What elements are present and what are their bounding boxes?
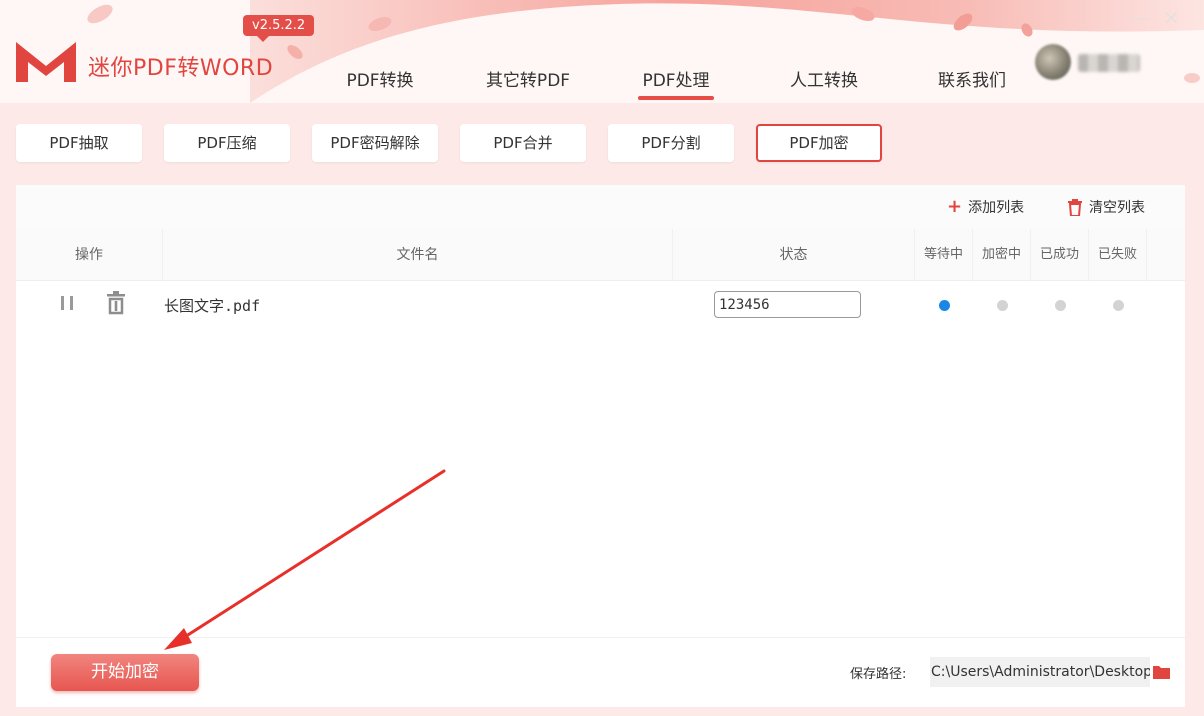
header-failed: 已失败 bbox=[1089, 229, 1147, 281]
status-dot-failed bbox=[1113, 300, 1124, 311]
save-path-field[interactable]: C:\Users\Administrator\Desktop\ bbox=[930, 657, 1150, 687]
tab-pdf-merge[interactable]: PDF合并 bbox=[460, 124, 586, 162]
nav-contact-us[interactable]: 联系我们 bbox=[898, 66, 1046, 100]
version-badge: v2.5.2.2 bbox=[243, 15, 315, 42]
start-encrypt-button[interactable]: 开始加密 bbox=[51, 654, 199, 691]
nav-manual-convert[interactable]: 人工转换 bbox=[750, 66, 898, 100]
app-title: 迷你PDF转WORD bbox=[88, 56, 274, 81]
add-list-button[interactable]: + 添加列表 bbox=[947, 197, 1024, 217]
file-name: 长图文字.pdf bbox=[164, 297, 261, 315]
folder-icon[interactable] bbox=[1153, 664, 1170, 679]
tab-pdf-encrypt[interactable]: PDF加密 bbox=[756, 124, 882, 162]
nav-pdf-convert[interactable]: PDF转换 bbox=[306, 66, 454, 100]
app-logo-icon bbox=[16, 42, 76, 82]
clear-list-label: 清空列表 bbox=[1089, 200, 1145, 216]
header-status: 状态 bbox=[673, 229, 915, 281]
header-filename: 文件名 bbox=[163, 229, 673, 281]
close-button[interactable]: ✕ bbox=[1163, 6, 1180, 30]
plus-icon: + bbox=[947, 196, 963, 217]
minimize-button[interactable]: — bbox=[1130, 6, 1150, 30]
delete-row-icon[interactable] bbox=[106, 291, 126, 315]
header-operation: 操作 bbox=[16, 229, 163, 281]
user-avatar[interactable] bbox=[1035, 44, 1071, 80]
file-list-panel: + 添加列表 清空列表 操作 文件名 状态 等待中 加密中 已成功 已失败 长图… bbox=[16, 185, 1185, 707]
header-encrypting: 加密中 bbox=[973, 229, 1031, 281]
tab-pdf-compress[interactable]: PDF压缩 bbox=[164, 124, 290, 162]
tool-tabs: PDF抽取 PDF压缩 PDF密码解除 PDF合并 PDF分割 PDF加密 bbox=[16, 124, 904, 162]
app-header: 迷你PDF转WORD v2.5.2.2 PDF转换 其它转PDF PDF处理 人… bbox=[0, 0, 1204, 103]
save-path-label: 保存路径: bbox=[850, 667, 907, 682]
clear-list-button[interactable]: 清空列表 bbox=[1067, 197, 1145, 217]
table-row: 长图文字.pdf bbox=[16, 283, 1185, 327]
tab-pdf-unlock[interactable]: PDF密码解除 bbox=[312, 124, 438, 162]
username-blurred bbox=[1078, 54, 1140, 72]
nav-pdf-process[interactable]: PDF处理 bbox=[602, 66, 750, 100]
footer-divider bbox=[16, 637, 1185, 638]
header-waiting: 等待中 bbox=[915, 229, 973, 281]
list-toolbar: + 添加列表 清空列表 bbox=[16, 185, 1185, 229]
table-header: 操作 文件名 状态 等待中 加密中 已成功 已失败 bbox=[16, 229, 1185, 281]
tab-pdf-extract[interactable]: PDF抽取 bbox=[16, 124, 142, 162]
pause-icon[interactable] bbox=[59, 294, 75, 312]
add-list-label: 添加列表 bbox=[968, 200, 1025, 216]
status-dot-success bbox=[1055, 300, 1066, 311]
tab-pdf-split[interactable]: PDF分割 bbox=[608, 124, 734, 162]
status-dot-encrypting bbox=[997, 300, 1008, 311]
nav-other-to-pdf[interactable]: 其它转PDF bbox=[454, 66, 602, 100]
password-input[interactable] bbox=[714, 291, 861, 318]
trash-icon bbox=[1068, 198, 1082, 216]
status-dot-waiting bbox=[939, 300, 950, 311]
header-success: 已成功 bbox=[1031, 229, 1089, 281]
main-nav: PDF转换 其它转PDF PDF处理 人工转换 联系我们 bbox=[306, 66, 1046, 100]
